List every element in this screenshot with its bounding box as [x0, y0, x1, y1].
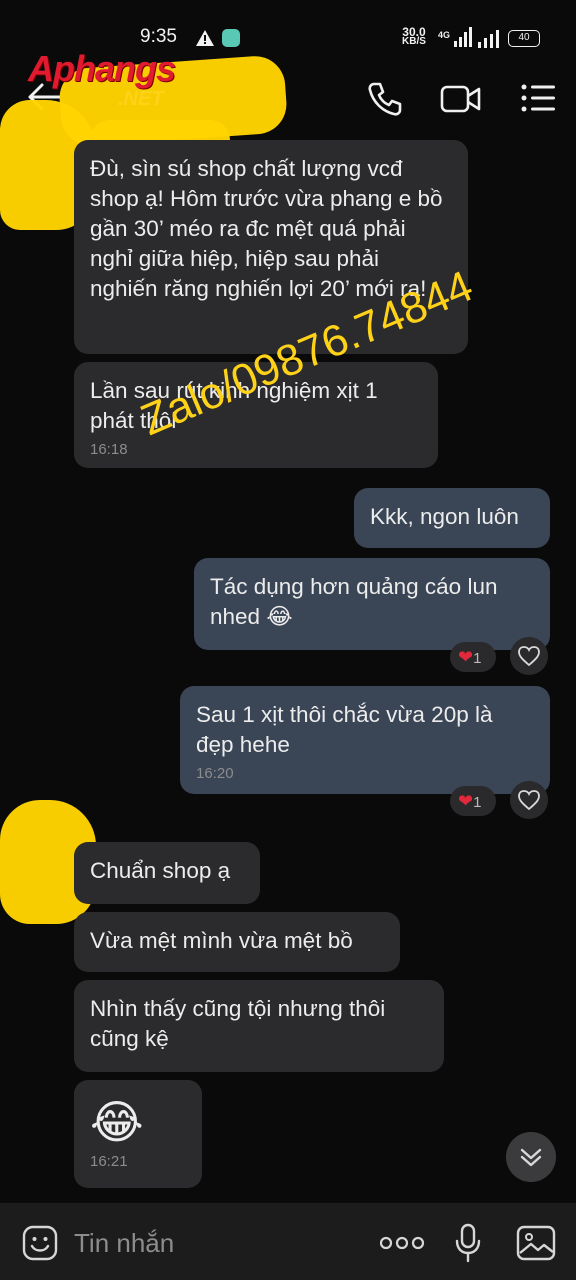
message-text: Vừa mệt mình vừa mệt bồ	[90, 928, 353, 953]
heart-reaction-icon: ❤	[458, 791, 474, 811]
message-bubble-incoming[interactable]: Vừa mệt mình vừa mệt bồ	[74, 912, 400, 972]
message-time: 16:20	[196, 765, 234, 782]
svg-text:4G: 4G	[438, 30, 450, 40]
signal-4g-icon: 4G	[438, 27, 472, 47]
reaction-count: 1	[473, 794, 482, 811]
reaction-badge[interactable]: ❤1	[450, 642, 496, 672]
image-icon[interactable]	[516, 1225, 556, 1261]
net-speed: 30.0 KB/S	[402, 26, 426, 47]
message-text: Chuẩn shop ạ	[90, 858, 231, 883]
message-text: Kkk, ngon luôn	[370, 504, 519, 529]
message-bubble-outgoing[interactable]: Sau 1 xịt thôi chắc vừa 20p là đẹp hehe …	[180, 686, 550, 794]
message-emoji: 😂	[90, 1096, 144, 1148]
message-text: Nhìn thấy cũng tội nhưng thôi cũng kệ	[90, 996, 386, 1051]
logo-sub-text: .NET	[118, 88, 164, 110]
site-logo: Aphangs .NET	[28, 48, 288, 114]
composer-bar	[0, 1203, 576, 1280]
heart-reaction-icon: ❤	[458, 647, 474, 667]
status-time: 9:35	[140, 26, 177, 47]
warning-icon	[196, 30, 214, 46]
net-speed-unit: KB/S	[402, 36, 426, 47]
message-bubble-outgoing[interactable]: Kkk, ngon luôn	[354, 488, 550, 548]
message-bubble-incoming[interactable]: 😂 16:21	[74, 1080, 202, 1188]
message-time: 16:21	[90, 1153, 128, 1170]
message-bubble-incoming[interactable]: Nhìn thấy cũng tội nhưng thôi cũng kệ	[74, 980, 444, 1072]
sticker-icon[interactable]	[22, 1225, 58, 1261]
message-text: Đù, sìn sú shop chất lượng vcđ shop ạ! H…	[90, 156, 443, 301]
app-notification-icon	[222, 29, 240, 47]
more-icon[interactable]	[378, 1233, 426, 1253]
heart-outline-icon[interactable]	[510, 637, 548, 675]
message-bubble-outgoing[interactable]: Tác dụng hơn quảng cáo lun nhed 😂	[194, 558, 550, 650]
message-input[interactable]	[74, 1223, 354, 1263]
reaction-badge[interactable]: ❤1	[450, 786, 496, 816]
video-icon[interactable]	[440, 82, 482, 116]
message-text: Sau 1 xịt thôi chắc vừa 20p là đẹp hehe	[196, 702, 493, 757]
reaction-count: 1	[473, 650, 482, 667]
battery-indicator: 40	[508, 30, 540, 47]
message-time: 16:18	[90, 441, 128, 458]
chevron-down-icon[interactable]	[506, 1132, 556, 1182]
signal-icon	[478, 30, 499, 48]
heart-outline-icon[interactable]	[510, 781, 548, 819]
menu-icon[interactable]	[520, 82, 556, 114]
phone-icon[interactable]	[366, 80, 404, 118]
mic-icon[interactable]	[454, 1223, 482, 1263]
message-text: Tác dụng hơn quảng cáo lun nhed 😂	[210, 574, 498, 629]
logo-main-text: Aphangs	[28, 48, 176, 89]
message-bubble-incoming[interactable]: Chuẩn shop ạ	[74, 842, 260, 904]
